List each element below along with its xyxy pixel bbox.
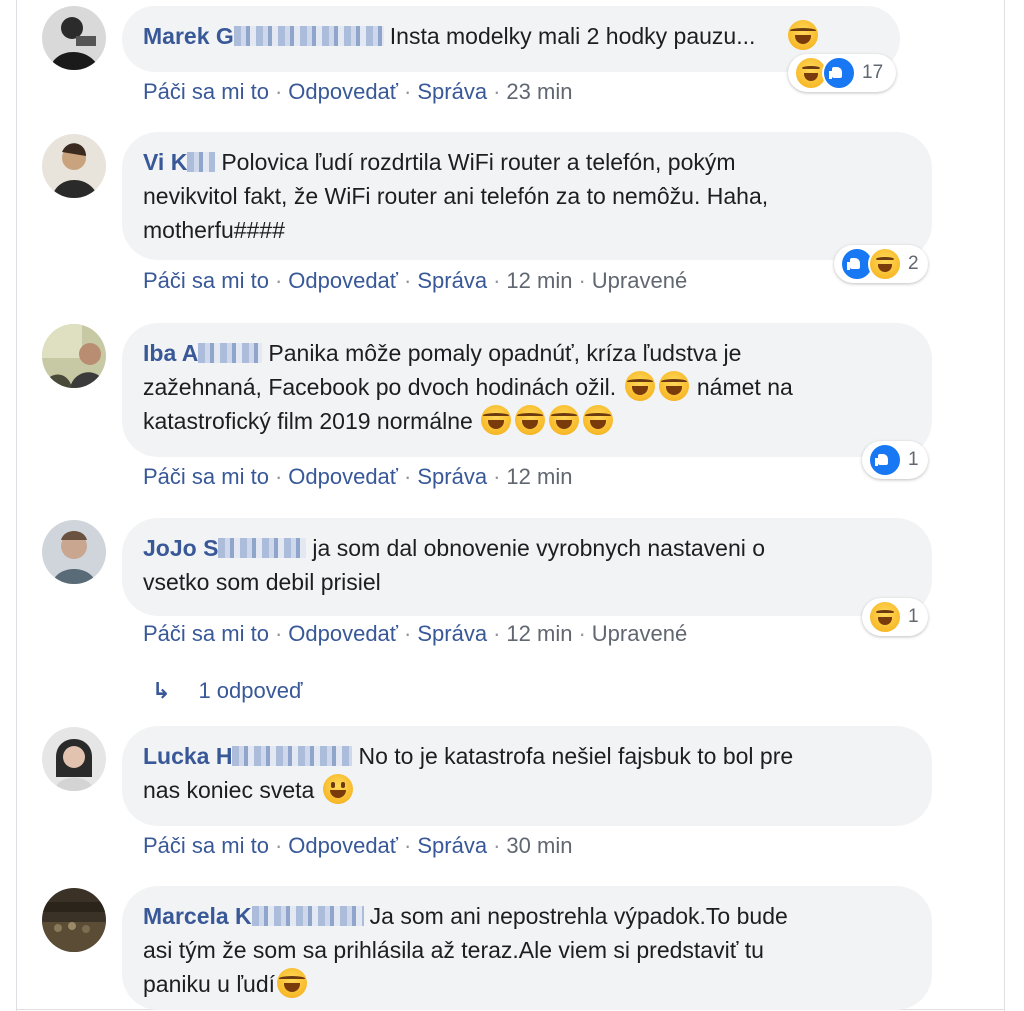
message-link[interactable]: Správa: [417, 833, 487, 858]
laughing-emoji-icon: [658, 371, 689, 401]
redacted-name: [198, 343, 263, 363]
avatar[interactable]: [42, 324, 106, 388]
like-reaction-icon: [822, 56, 856, 90]
message-link[interactable]: Správa: [417, 464, 487, 489]
view-replies-link[interactable]: ↳ 1 odpoveď: [152, 678, 303, 704]
reply-link[interactable]: Odpovedať: [288, 79, 398, 104]
comment-author[interactable]: Iba A: [143, 340, 198, 366]
comment-text-line: No to je katastrofa nešiel fajsbuk to bo…: [358, 743, 794, 769]
edited-label[interactable]: Upravené: [592, 268, 687, 293]
page-border-right: [1004, 0, 1005, 1011]
comment-bubble: Iba A Panika môže pomaly opadnúť, kríza ľ…: [122, 323, 932, 457]
laughing-emoji-icon: [515, 405, 546, 435]
laughing-emoji-icon: [787, 20, 818, 50]
avatar[interactable]: [42, 134, 106, 198]
like-link[interactable]: Páči sa mi to: [143, 268, 269, 293]
reply-link[interactable]: Odpovedať: [288, 833, 398, 858]
reaction-summary[interactable]: 1: [862, 598, 928, 636]
comment-text: Insta modelky mali 2 hodky pauzu...: [389, 23, 756, 49]
comment-text-line: Polovica ľudí rozdrtila WiFi router a te…: [221, 149, 736, 175]
avatar[interactable]: [42, 888, 106, 952]
like-link[interactable]: Páči sa mi to: [143, 79, 269, 104]
redacted-name: [187, 152, 216, 172]
comment-bubble: Vi K Polovica ľudí rozdrtila WiFi router …: [122, 132, 932, 260]
comment-text-line: nevikvitol fakt, že WiFi router ani tele…: [143, 183, 769, 209]
reaction-count: 17: [862, 62, 884, 83]
comment-author[interactable]: JoJo S: [143, 535, 218, 561]
comment-text-line: motherfu####: [143, 217, 285, 243]
reply-link[interactable]: Odpovedať: [288, 621, 398, 646]
reaction-summary[interactable]: 2: [834, 245, 928, 283]
reaction-count: 1: [908, 606, 919, 627]
timestamp[interactable]: 23 min: [506, 79, 572, 104]
laughing-emoji-icon: [549, 405, 580, 435]
reply-link[interactable]: Odpovedať: [288, 464, 398, 489]
comment-author[interactable]: Vi K: [143, 149, 187, 175]
comment-author[interactable]: Marek G: [143, 23, 234, 49]
like-link[interactable]: Páči sa mi to: [143, 621, 269, 646]
comment-actions: Páči sa mi to · Odpovedať · Správa · 30 min: [143, 833, 573, 858]
laughing-emoji-icon: [583, 405, 614, 435]
comment-actions: Páči sa mi to · Odpovedať · Správa · 12 min · Up…: [143, 621, 688, 646]
comment-author[interactable]: Marcela K: [143, 903, 252, 929]
timestamp[interactable]: 12 min: [506, 464, 572, 489]
comment-actions: Páči sa mi to · Odpovedať · Správa · 12 min · Up…: [143, 268, 688, 293]
redacted-name: [251, 906, 364, 926]
comment-bubble: Marcela K Ja som ani nepostrehla výpadok.…: [122, 886, 932, 1010]
view-replies-label[interactable]: 1 odpoveď: [198, 678, 302, 703]
message-link[interactable]: Správa: [417, 268, 487, 293]
comment-bubble: Marek G Insta modelky mali 2 hodky pauzu.…: [122, 6, 900, 72]
comment-text-line: zažehnaná, Facebook po dvoch hodinách ož…: [143, 374, 617, 400]
reaction-summary[interactable]: 1: [862, 441, 928, 479]
comment-text-line: asi tým že som sa prihlásila až teraz.Al…: [143, 937, 764, 963]
redacted-name: [232, 746, 353, 766]
comment-text-line: Ja som ani nepostrehla výpadok.To bude: [369, 903, 788, 929]
like-link[interactable]: Páči sa mi to: [143, 833, 269, 858]
reaction-summary[interactable]: 17: [788, 54, 896, 92]
comment-actions: Páči sa mi to · Odpovedať · Správa · 12 min: [143, 464, 573, 489]
redacted-name: [218, 538, 307, 558]
page-border-left: [16, 0, 17, 1011]
reaction-count: 2: [908, 253, 919, 274]
timestamp[interactable]: 30 min: [506, 833, 572, 858]
laughing-emoji-icon: [481, 405, 512, 435]
like-link[interactable]: Páči sa mi to: [143, 464, 269, 489]
comment-text-line: námet na: [696, 374, 793, 400]
message-link[interactable]: Správa: [417, 79, 487, 104]
comment-text-line: katastrofický film 2019 normálne: [143, 408, 473, 434]
comment-text-line: Panika môže pomaly opadnúť, kríza ľudstv…: [268, 340, 742, 366]
reply-link[interactable]: Odpovedať: [288, 268, 398, 293]
redacted-name: [233, 26, 384, 46]
comment-text-line: paniku u ľudí: [143, 971, 276, 997]
avatar[interactable]: [42, 520, 106, 584]
comment-text-line: vsetko som debil prisiel: [143, 569, 381, 595]
comment-bubble: JoJo S ja som dal obnovenie vyrobnych nas…: [122, 518, 932, 616]
avatar[interactable]: [42, 727, 106, 791]
edited-label[interactable]: Upravené: [592, 621, 687, 646]
message-link[interactable]: Správa: [417, 621, 487, 646]
comment-author[interactable]: Lucka H: [143, 743, 232, 769]
reply-arrow-icon: ↳: [152, 678, 171, 703]
comment-bubble: Lucka H No to je katastrofa nešiel fajsbu…: [122, 726, 932, 826]
comment-text-line: nas koniec sveta: [143, 777, 315, 803]
timestamp[interactable]: 12 min: [506, 621, 572, 646]
haha-reaction-icon: [868, 247, 902, 281]
avatar[interactable]: [42, 6, 106, 70]
like-reaction-icon: [868, 443, 902, 477]
reaction-count: 1: [908, 449, 919, 470]
laughing-emoji-icon: [277, 968, 308, 998]
haha-reaction-icon: [868, 600, 902, 634]
comment-actions: Páči sa mi to · Odpovedať · Správa · 23 min: [143, 79, 573, 104]
timestamp[interactable]: 12 min: [506, 268, 572, 293]
laughing-emoji-icon: [624, 371, 655, 401]
grinning-emoji-icon: [322, 774, 353, 804]
comment-text-line: ja som dal obnovenie vyrobnych nastaveni…: [312, 535, 766, 561]
